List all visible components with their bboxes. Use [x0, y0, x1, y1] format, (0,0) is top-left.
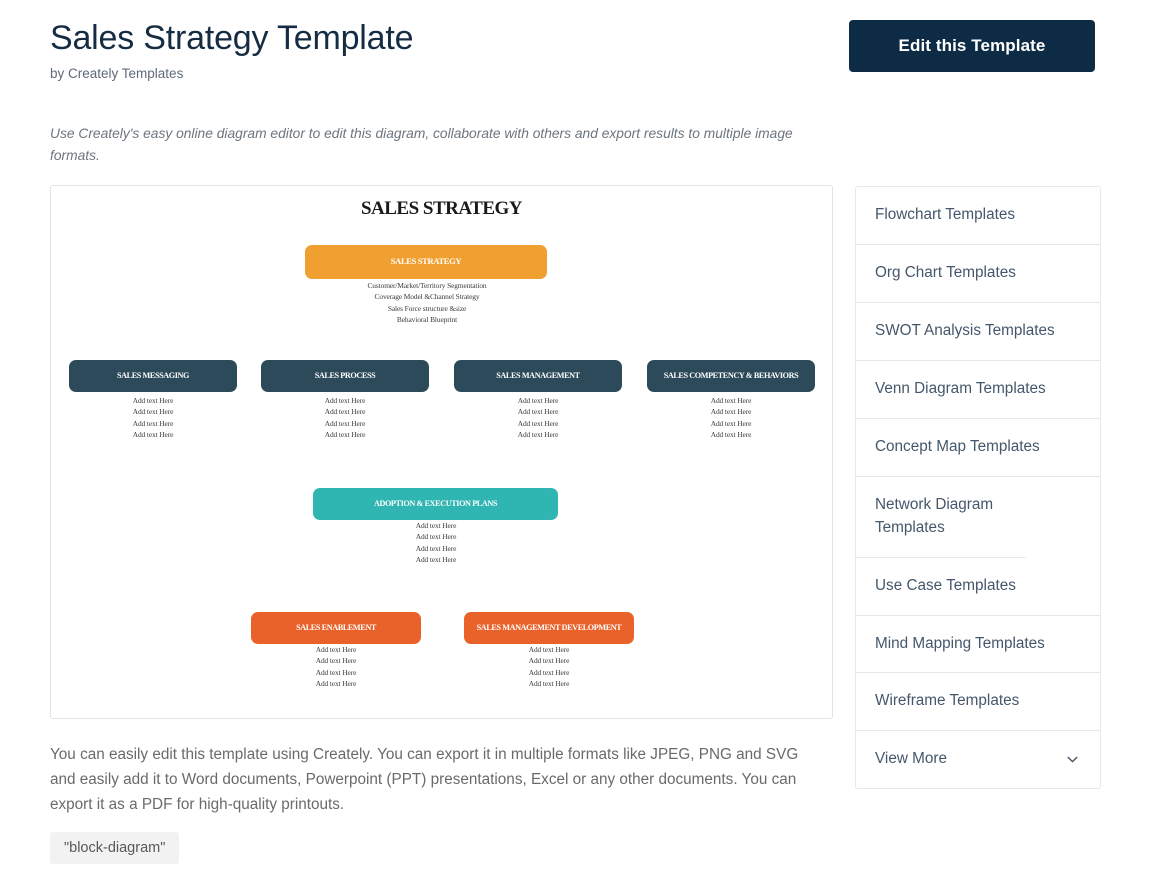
details-sales-strategy: Customer/Market/Territory Segmentation C… — [287, 280, 567, 325]
detail-line: Add text Here — [315, 645, 357, 654]
sidebar-item-use-case-templates[interactable]: Use Case Templates — [856, 558, 1100, 616]
sidebar-item-venn-diagram-templates[interactable]: Venn Diagram Templates — [856, 361, 1100, 419]
page-header: Sales Strategy Template by Creately Temp… — [50, 18, 1110, 81]
detail-line: Add text Here — [415, 543, 457, 553]
detail-line: Add text Here — [324, 429, 366, 439]
tag-block-diagram[interactable]: "block-diagram" — [50, 832, 180, 864]
detail-line: Add text Here — [528, 656, 570, 666]
sidebar-item-mind-mapping-templates[interactable]: Mind Mapping Templates — [856, 616, 1100, 674]
detail-line: Add text Here — [132, 418, 174, 428]
detail-line: Add text Here — [517, 407, 559, 417]
detail-line: Add text Here — [517, 429, 559, 439]
node-sales-process[interactable]: SALES PROCESS — [261, 360, 429, 392]
detail-line: Add text Here — [324, 418, 366, 428]
footer-description: You can easily edit this template using … — [50, 746, 799, 814]
sidebar-item-concept-map-templates[interactable]: Concept Map Templates — [856, 419, 1100, 477]
node-adoption-execution-plans[interactable]: ADOPTION & EXECUTION PLANS — [313, 488, 558, 520]
detail-line: Add text Here — [710, 396, 752, 405]
detail-line: Add text Here — [517, 396, 559, 405]
sidebar-item-network-diagram-templates[interactable]: Network Diagram Templates — [856, 477, 1026, 558]
detail-line: Add text Here — [415, 532, 457, 542]
details-sales-management: Add text Here Add text Here Add text Her… — [484, 395, 592, 440]
detail-line: Add text Here — [710, 418, 752, 428]
detail-line: Add text Here — [315, 667, 357, 677]
node-sales-strategy[interactable]: SALES STRATEGY — [305, 245, 547, 279]
details-sales-management-development: Add text Here Add text Here Add text Her… — [495, 644, 603, 689]
node-sales-enablement[interactable]: SALES ENABLEMENT — [251, 612, 421, 644]
sidebar-item-swot-analysis-templates[interactable]: SWOT Analysis Templates — [856, 303, 1100, 361]
diagram-canvas: SALES STRATEGY SALES STRATEGY Customer/M… — [51, 186, 832, 718]
diagram-title: SALES STRATEGY — [360, 198, 523, 219]
detail-line: Customer/Market/Territory Segmentation — [367, 281, 487, 290]
detail-line: Behavioral Blueprint — [396, 314, 458, 324]
edit-this-template-button[interactable]: Edit this Template — [849, 20, 1095, 72]
detail-line: Add text Here — [528, 645, 570, 654]
detail-line: Add text Here — [710, 429, 752, 439]
detail-line: Add text Here — [132, 396, 174, 405]
node-sales-management-development[interactable]: SALES MANAGEMENT DEVELOPMENT — [464, 612, 634, 644]
detail-line: Add text Here — [324, 396, 366, 405]
detail-line: Add text Here — [528, 667, 570, 677]
detail-line: Add text Here — [315, 678, 357, 688]
detail-line: Add text Here — [324, 407, 366, 417]
detail-line: Add text Here — [132, 407, 174, 417]
detail-line: Add text Here — [710, 407, 752, 417]
intro-description: Use Creately's easy online diagram edito… — [50, 126, 793, 164]
chevron-down-icon — [1064, 751, 1081, 768]
node-sales-competency-behaviors[interactable]: SALES COMPETENCY & BEHAVIORS — [647, 360, 815, 392]
detail-line: Add text Here — [415, 554, 457, 564]
node-sales-management[interactable]: SALES MANAGEMENT — [454, 360, 622, 392]
detail-line: Add text Here — [132, 429, 174, 439]
sidebar-item-flowchart-templates[interactable]: Flowchart Templates — [856, 187, 1100, 245]
sidebar-item-org-chart-templates[interactable]: Org Chart Templates — [856, 245, 1100, 303]
details-adoption-execution-plans: Add text Here Add text Here Add text Her… — [382, 520, 490, 565]
related-templates-sidebar: Flowchart Templates Org Chart Templates … — [855, 186, 1101, 790]
details-sales-process: Add text Here Add text Here Add text Her… — [291, 395, 399, 440]
details-sales-enablement: Add text Here Add text Here Add text Her… — [282, 644, 390, 689]
node-sales-messaging[interactable]: SALES MESSAGING — [69, 360, 237, 392]
sidebar-item-view-more[interactable]: View More — [856, 731, 1100, 788]
details-sales-messaging: Add text Here Add text Here Add text Her… — [99, 395, 207, 440]
detail-line: Coverage Model &Channel Strategy — [374, 292, 480, 302]
detail-line: Add text Here — [415, 521, 457, 530]
view-more-label: View More — [875, 750, 947, 768]
sidebar-item-wireframe-templates[interactable]: Wireframe Templates — [856, 673, 1100, 732]
detail-line: Add text Here — [315, 656, 357, 666]
diagram-preview-panel[interactable]: SALES STRATEGY SALES STRATEGY Customer/M… — [50, 185, 833, 719]
detail-line: Add text Here — [517, 418, 559, 428]
details-sales-competency-behaviors: Add text Here Add text Here Add text Her… — [677, 395, 785, 440]
template-detail-page: Sales Strategy Template by Creately Temp… — [0, 0, 1167, 881]
detail-line: Sales Force structure &size — [387, 303, 467, 313]
sidebar-item-label: Network Diagram Templates — [875, 495, 994, 536]
detail-line: Add text Here — [528, 678, 570, 688]
